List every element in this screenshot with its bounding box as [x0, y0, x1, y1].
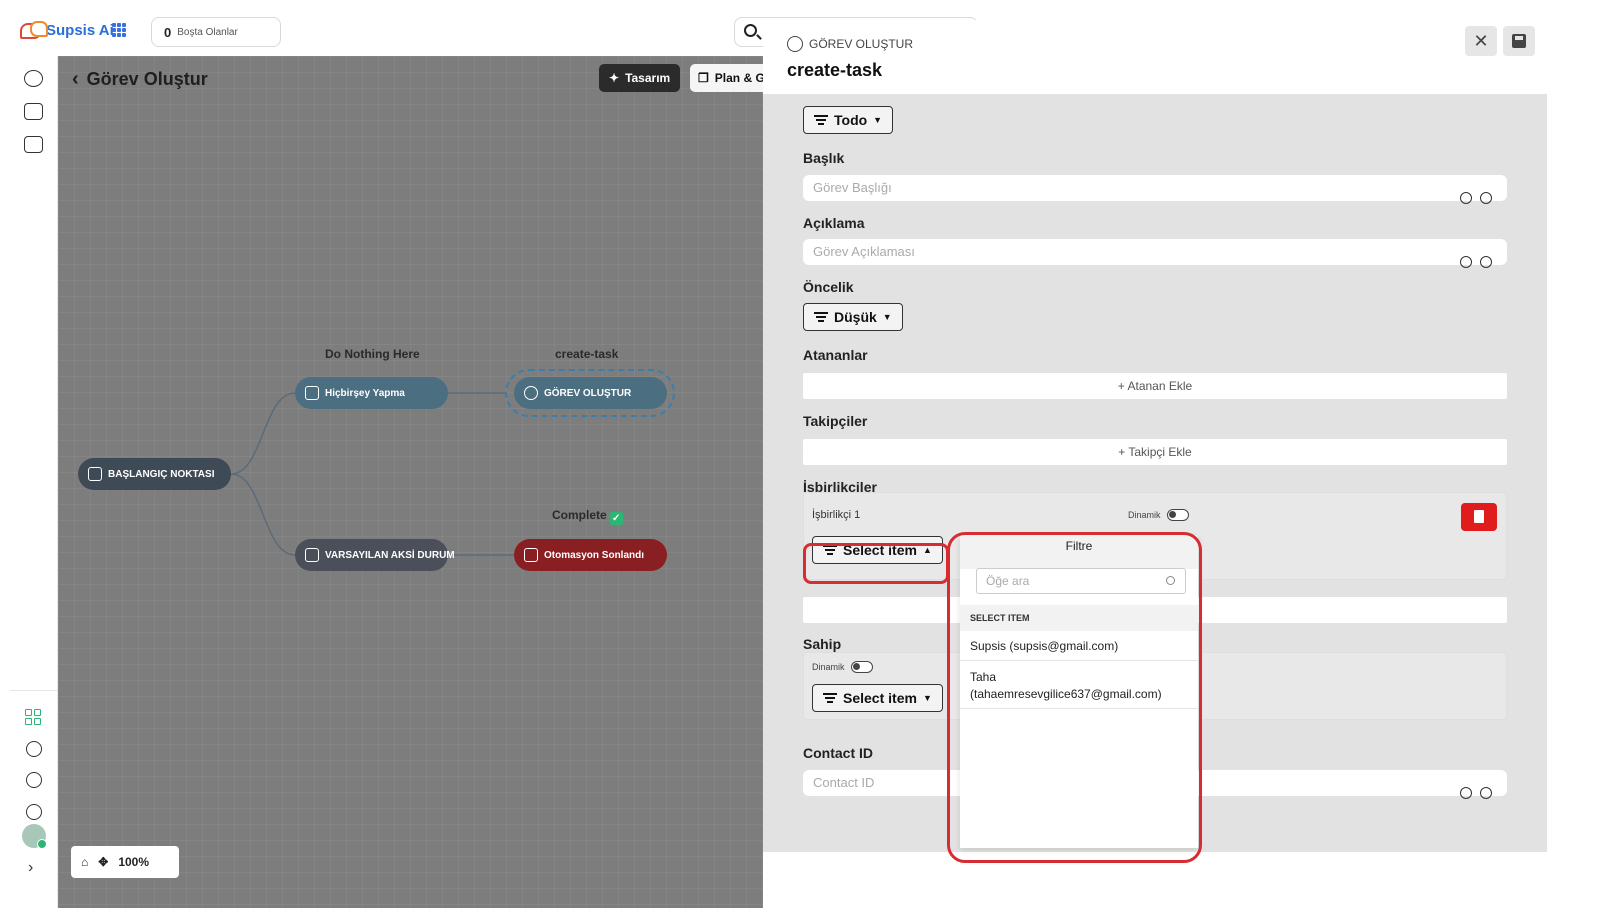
- panel-title: create-task: [787, 60, 883, 80]
- idle-count: 0: [164, 24, 172, 40]
- filter-icon: [823, 693, 837, 703]
- node-default-label: VARSAYILAN AKSİ DURUM: [325, 549, 455, 561]
- panel-subtitle-text: GÖREV OLUŞTUR: [809, 37, 914, 51]
- description-input[interactable]: Görev Açıklaması: [803, 239, 1507, 265]
- caret-down-icon: ▼: [873, 115, 883, 125]
- brand-name: Supsis Ai: [46, 22, 114, 39]
- home-icon: [88, 467, 102, 481]
- contacts-icon[interactable]: [24, 103, 43, 120]
- home-icon[interactable]: ⌂: [81, 855, 88, 869]
- node-task-label: GÖREV OLUŞTUR: [544, 387, 632, 399]
- toggle-switch[interactable]: [850, 661, 873, 673]
- priority-select[interactable]: Düşük ▼: [803, 303, 903, 331]
- add-assignee-button[interactable]: + Atanan Ekle: [803, 373, 1507, 399]
- caret-down-icon: ▼: [922, 693, 932, 703]
- apps-grid-icon[interactable]: [112, 23, 126, 37]
- left-sidebar: ›: [10, 56, 58, 908]
- idle-agents-pill[interactable]: 0 Boşta Olanlar: [151, 17, 281, 47]
- logo-icon: [20, 20, 48, 39]
- toggle-switch[interactable]: [1166, 509, 1189, 521]
- close-button[interactable]: ✕: [1465, 26, 1497, 56]
- emoji-icon[interactable]: [1480, 787, 1492, 799]
- task-check-icon: [787, 36, 803, 52]
- title-label: Başlık: [803, 150, 845, 166]
- search-icon: [744, 24, 757, 37]
- description-input-tools: [1460, 256, 1492, 268]
- title-input[interactable]: Görev Başlığı: [803, 175, 1507, 201]
- assignees-label: Atananlar: [803, 347, 868, 363]
- owner-select[interactable]: Select item ▼: [812, 684, 943, 712]
- zoom-controls: ⌂ ✥ 100%: [71, 846, 179, 878]
- diamond-icon: [305, 386, 319, 400]
- status-value: Todo: [834, 112, 868, 128]
- settings-gear-icon[interactable]: [26, 804, 42, 820]
- node-done-caption-text: Complete: [552, 508, 607, 522]
- node-end[interactable]: Otomasyon Sonlandı: [514, 539, 667, 571]
- node-done-caption: Complete ✓: [552, 508, 623, 525]
- node-default[interactable]: VARSAYILAN AKSİ DURUM: [295, 539, 455, 571]
- delete-collaborator-button[interactable]: [1461, 503, 1497, 531]
- check-emoji-icon: ✓: [609, 512, 623, 525]
- node-create-task[interactable]: GÖREV OLUŞTUR: [514, 377, 667, 409]
- code-icon[interactable]: [1460, 192, 1472, 204]
- node-nothing-caption: Do Nothing Here: [325, 347, 420, 361]
- followers-label: Takipçiler: [803, 413, 868, 429]
- title-input-tools: [1460, 192, 1492, 204]
- idle-label: Boşta Olanlar: [177, 26, 238, 38]
- inbox-icon[interactable]: [24, 136, 43, 153]
- priority-value: Düşük: [834, 309, 877, 325]
- owner-dynamic-toggle[interactable]: Dinamik: [812, 661, 873, 673]
- owner-label: Sahip: [803, 636, 842, 652]
- user-avatar[interactable]: [22, 824, 47, 849]
- node-start[interactable]: BAŞLANGIÇ NOKTASI: [78, 458, 231, 490]
- dashboard-icon[interactable]: [25, 709, 41, 725]
- contact-id-label: Contact ID: [803, 745, 873, 761]
- panel-subtitle: GÖREV OLUŞTUR: [787, 36, 913, 52]
- node-nothing-label: Hiçbirşey Yapma: [325, 387, 405, 399]
- dynamic-label: Dinamik: [812, 662, 845, 672]
- priority-label: Öncelik: [803, 279, 854, 295]
- emoji-icon[interactable]: [1480, 192, 1492, 204]
- code-icon[interactable]: [1460, 256, 1472, 268]
- share-icon[interactable]: [26, 741, 42, 757]
- description-label: Açıklama: [803, 215, 865, 231]
- save-button[interactable]: [1503, 26, 1535, 56]
- logo[interactable]: Supsis Ai: [20, 20, 114, 39]
- dynamic-label: Dinamik: [1128, 510, 1161, 520]
- zoom-level[interactable]: 100%: [118, 855, 149, 869]
- node-do-nothing[interactable]: Hiçbirşey Yapma: [295, 377, 448, 409]
- app-window: Supsis Ai 0 Boşta Olanlar › ‹ Görev Oluş…: [10, 10, 1607, 908]
- filter-icon: [814, 312, 828, 322]
- flow-canvas[interactable]: ‹ Görev Oluştur ✦ Tasarım ❐ Plan & G BAŞ…: [58, 56, 770, 908]
- task-check-icon: [524, 386, 538, 400]
- panel-header: GÖREV OLUŞTUR create-task ✕: [763, 20, 1547, 94]
- highlight-select-item: [803, 543, 949, 584]
- node-end-label: Otomasyon Sonlandı: [544, 549, 645, 561]
- add-follower-button[interactable]: + Takipçi Ekle: [803, 439, 1507, 465]
- highlight-dropdown: [947, 532, 1202, 863]
- filter-icon: [814, 115, 828, 125]
- sidebar-divider: [10, 690, 58, 691]
- contact-input-tools: [1460, 787, 1492, 799]
- close-icon: ✕: [1473, 30, 1489, 51]
- chat-icon[interactable]: [24, 70, 43, 87]
- node-start-label: BAŞLANGIÇ NOKTASI: [108, 468, 215, 480]
- save-icon: [1512, 34, 1526, 48]
- broken-heart-icon: [305, 548, 319, 562]
- move-icon[interactable]: ✥: [98, 855, 108, 869]
- caret-down-icon: ▼: [882, 312, 892, 322]
- expand-chevron-icon[interactable]: ›: [28, 859, 33, 877]
- code-icon[interactable]: [1460, 787, 1472, 799]
- history-icon[interactable]: [26, 772, 42, 788]
- collaborator-name: İşbirlikçi 1: [812, 509, 861, 521]
- status-select[interactable]: Todo ▼: [803, 106, 894, 134]
- collaborator-dynamic-toggle[interactable]: Dinamik: [1128, 509, 1189, 521]
- select-item-label: Select item: [843, 690, 917, 706]
- node-task-caption: create-task: [555, 347, 619, 361]
- emoji-icon[interactable]: [1480, 256, 1492, 268]
- wave-hand-icon: [524, 548, 538, 562]
